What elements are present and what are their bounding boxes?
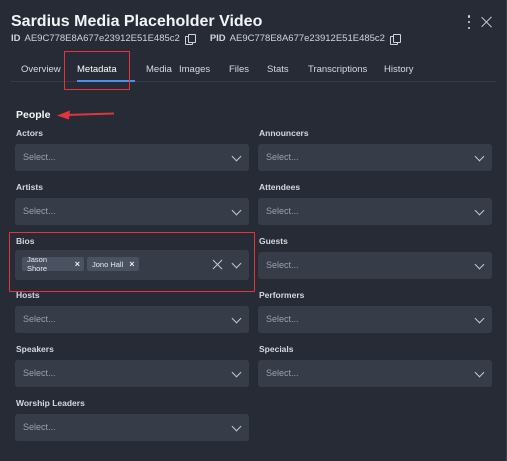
chevron-down-icon: [474, 205, 485, 216]
attendees-select[interactable]: Select...: [258, 198, 492, 225]
chevron-down-icon: [231, 367, 242, 378]
speakers-select[interactable]: Select...: [15, 360, 249, 387]
id-value: AE9C778E8A677e23912E51E485c2: [24, 33, 180, 44]
performers-label: Performers: [259, 290, 305, 300]
metadata-panel: Sardius Media Placeholder Video ID AE9C7…: [0, 0, 507, 461]
actors-label: Actors: [16, 128, 43, 138]
hosts-select[interactable]: Select...: [15, 306, 249, 333]
close-icon[interactable]: [481, 16, 493, 28]
tab-history[interactable]: History: [384, 64, 414, 75]
announcers-placeholder: Select...: [266, 152, 299, 162]
performers-select[interactable]: Select...: [258, 306, 492, 333]
chevron-down-icon: [231, 313, 242, 324]
actors-select[interactable]: Select...: [15, 144, 249, 171]
tab-files[interactable]: Files: [229, 64, 249, 75]
tab-stats[interactable]: Stats: [267, 64, 289, 75]
worship-leaders-select[interactable]: Select...: [15, 414, 249, 441]
chevron-down-icon: [474, 367, 485, 378]
tab-media[interactable]: Media: [146, 64, 172, 75]
id-label: ID: [11, 33, 21, 44]
page-title: Sardius Media Placeholder Video: [11, 13, 263, 30]
annotation-arrow-icon: [57, 110, 115, 120]
hosts-label: Hosts: [16, 290, 40, 300]
chevron-down-icon: [231, 205, 242, 216]
bios-highlight-box: [9, 232, 255, 292]
tab-overview[interactable]: Overview: [21, 64, 61, 75]
hosts-placeholder: Select...: [23, 314, 56, 324]
guests-placeholder: Select...: [266, 260, 299, 270]
tab-images[interactable]: Images: [179, 64, 210, 75]
attendees-placeholder: Select...: [266, 206, 299, 216]
chevron-down-icon: [474, 313, 485, 324]
id-row: ID AE9C778E8A677e23912E51E485c2 PID AE9C…: [11, 33, 401, 45]
actors-placeholder: Select...: [23, 152, 56, 162]
pid-value: AE9C778E8A677e23912E51E485c2: [229, 33, 385, 44]
copy-pid-icon[interactable]: [389, 33, 401, 45]
speakers-label: Speakers: [16, 344, 54, 354]
more-options-icon[interactable]: [463, 15, 475, 29]
chevron-down-icon: [474, 259, 485, 270]
worship-leaders-placeholder: Select...: [23, 422, 56, 432]
worship-leaders-label: Worship Leaders: [16, 398, 85, 408]
guests-label: Guests: [259, 236, 288, 246]
artists-select[interactable]: Select...: [15, 198, 249, 225]
chevron-down-icon: [231, 421, 242, 432]
artists-label: Artists: [16, 182, 43, 192]
artists-placeholder: Select...: [23, 206, 56, 216]
announcers-select[interactable]: Select...: [258, 144, 492, 171]
chevron-down-icon: [474, 151, 485, 162]
section-title-people: People: [16, 109, 51, 121]
specials-placeholder: Select...: [266, 368, 299, 378]
speakers-placeholder: Select...: [23, 368, 56, 378]
copy-id-icon[interactable]: [184, 33, 196, 45]
pid-label: PID: [209, 33, 226, 44]
performers-placeholder: Select...: [266, 314, 299, 324]
specials-label: Specials: [259, 344, 294, 354]
specials-select[interactable]: Select...: [258, 360, 492, 387]
chevron-down-icon: [231, 151, 242, 162]
announcers-label: Announcers: [259, 128, 309, 138]
guests-select[interactable]: Select...: [258, 252, 492, 279]
metadata-tab-highlight-box: [64, 51, 130, 90]
attendees-label: Attendees: [259, 182, 301, 192]
tab-transcriptions[interactable]: Transcriptions: [308, 64, 367, 75]
